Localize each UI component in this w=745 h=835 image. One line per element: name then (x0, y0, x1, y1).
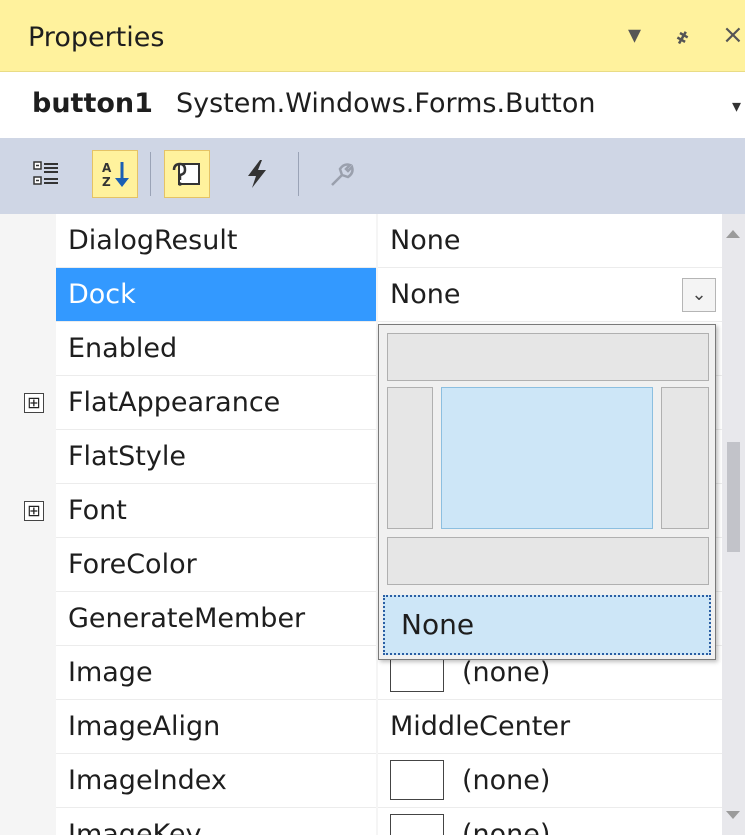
property-value[interactable]: MiddleCenter (378, 700, 722, 754)
property-name: GenerateMember (56, 592, 376, 646)
property-value[interactable]: (none) (378, 808, 722, 835)
dock-fill-button[interactable] (441, 387, 653, 529)
toolbar-separator (150, 152, 151, 196)
property-row-dock[interactable]: Dock None ⌄ (0, 268, 722, 322)
dock-left-button[interactable] (387, 387, 433, 529)
close-icon[interactable]: × (722, 20, 744, 50)
properties-toolbar: A Z (0, 138, 745, 214)
property-name: FlatAppearance (56, 376, 376, 430)
object-selector[interactable]: button1 System.Windows.Forms.Button ▾ (0, 72, 745, 138)
dock-none-button[interactable]: None (383, 595, 711, 655)
property-name: ForeColor (56, 538, 376, 592)
expand-icon[interactable]: ⊞ (24, 501, 44, 521)
svg-text:Z: Z (102, 175, 111, 189)
property-name: Font (56, 484, 376, 538)
dock-value: None (390, 279, 461, 310)
property-value[interactable]: None ⌄ (378, 268, 722, 322)
property-name: Image (56, 646, 376, 700)
object-name: button1 (32, 88, 153, 119)
property-row-dialogresult[interactable]: DialogResult None (0, 214, 722, 268)
scroll-down-icon[interactable] (726, 811, 740, 819)
property-row-imageindex[interactable]: ImageIndex (none) (0, 754, 722, 808)
dock-editor-popup: None (378, 324, 716, 660)
dock-top-button[interactable] (387, 333, 709, 381)
property-name: ImageIndex (56, 754, 376, 808)
property-name: DialogResult (56, 214, 376, 268)
caret-down-icon[interactable]: ▾ (628, 20, 641, 50)
chevron-down-icon[interactable]: ▾ (732, 96, 741, 117)
vertical-scrollbar[interactable] (722, 214, 745, 835)
image-swatch (390, 813, 444, 835)
properties-title-bar: Properties ▾ ҂ × (0, 0, 745, 72)
image-swatch (390, 759, 444, 800)
property-name: FlatStyle (56, 430, 376, 484)
property-name: ImageAlign (56, 700, 376, 754)
property-row-imagealign[interactable]: ImageAlign MiddleCenter (0, 700, 722, 754)
object-type: System.Windows.Forms.Button (176, 88, 596, 119)
property-name: Dock (56, 268, 376, 322)
scroll-up-icon[interactable] (726, 230, 740, 238)
property-pages-icon (318, 150, 364, 198)
properties-icon[interactable] (164, 150, 210, 198)
property-row-imagekey[interactable]: ImageKey (none) (0, 808, 722, 835)
imagekey-value: (none) (462, 819, 551, 835)
property-value[interactable]: None (378, 214, 722, 268)
property-name: Enabled (56, 322, 376, 376)
expand-icon[interactable]: ⊞ (24, 393, 44, 413)
categorized-icon[interactable] (24, 150, 70, 198)
toolbar-separator (298, 152, 299, 196)
scroll-thumb[interactable] (727, 442, 740, 552)
property-name: ImageKey (56, 808, 376, 835)
alphabetical-icon[interactable]: A Z (92, 150, 138, 198)
imageindex-value: (none) (462, 765, 551, 796)
dock-right-button[interactable] (661, 387, 709, 529)
events-icon[interactable] (234, 150, 280, 198)
chevron-down-icon[interactable]: ⌄ (682, 278, 716, 312)
property-value[interactable]: (none) (378, 754, 722, 808)
pin-icon[interactable]: ҂ (676, 20, 689, 50)
image-value: (none) (462, 657, 551, 688)
dock-bottom-button[interactable] (387, 537, 709, 585)
panel-title: Properties (28, 22, 165, 53)
svg-text:A: A (102, 161, 112, 175)
